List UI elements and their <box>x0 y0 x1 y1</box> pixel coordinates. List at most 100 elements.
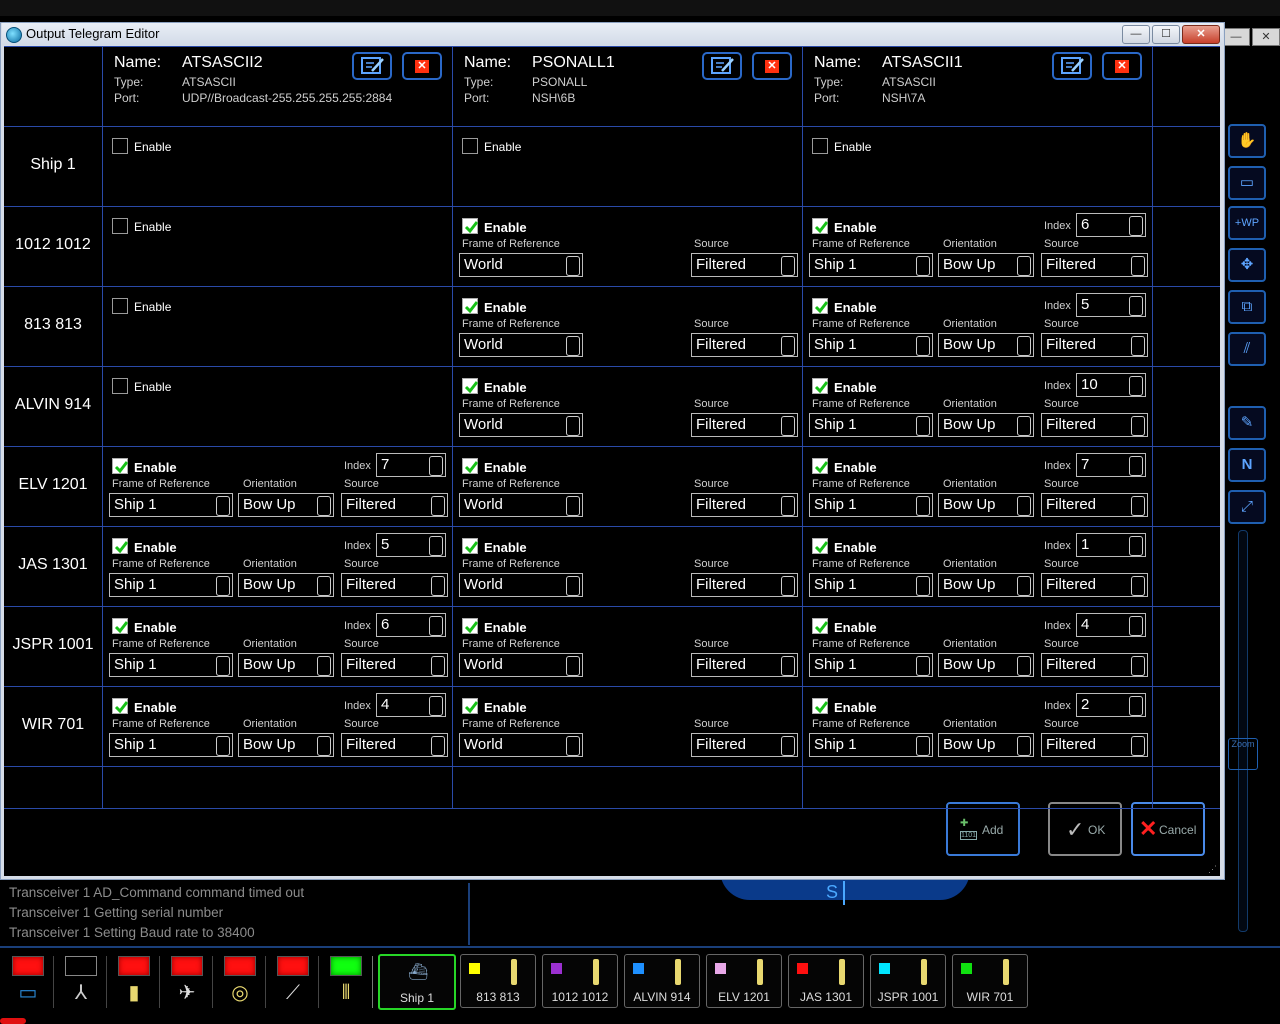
ok-button[interactable]: ✓ OK <box>1048 802 1122 856</box>
edit-telegram-button[interactable] <box>702 52 742 80</box>
delete-telegram-button[interactable]: ✕ <box>402 52 442 80</box>
target-button[interactable]: ALVIN 914 <box>624 954 700 1008</box>
ruler-tool-button[interactable]: ▭ <box>1228 166 1266 200</box>
resize-grip-icon[interactable]: ⋰ <box>1208 864 1217 874</box>
source-dropdown[interactable]: Filtered <box>341 573 448 597</box>
source-dropdown[interactable]: Filtered <box>691 413 798 437</box>
index-spinner[interactable]: 6 <box>376 613 446 637</box>
enable-checkbox[interactable] <box>462 698 479 714</box>
source-dropdown[interactable]: Filtered <box>1041 333 1148 357</box>
enable-checkbox[interactable] <box>812 138 828 154</box>
enable-checkbox[interactable] <box>462 458 479 474</box>
frame-of-reference-dropdown[interactable]: World <box>459 573 583 597</box>
index-spinner[interactable]: 2 <box>1076 693 1146 717</box>
target-button[interactable]: JAS 1301 <box>788 954 864 1008</box>
enable-checkbox[interactable] <box>462 538 479 554</box>
orientation-dropdown[interactable]: Bow Up <box>938 413 1034 437</box>
orientation-dropdown[interactable]: Bow Up <box>938 653 1034 677</box>
target-button[interactable]: 813 813 <box>460 954 536 1008</box>
enable-checkbox[interactable] <box>112 298 128 314</box>
add-waypoint-button[interactable]: +WP <box>1228 206 1266 240</box>
dialog-maximize-button[interactable]: ☐ <box>1152 25 1180 44</box>
source-dropdown[interactable]: Filtered <box>1041 493 1148 517</box>
main-minimize-button[interactable]: — <box>1222 28 1250 46</box>
frame-of-reference-dropdown[interactable]: Ship 1 <box>109 493 233 517</box>
dialog-title-bar[interactable]: Output Telegram Editor — ☐ ✕ <box>2 23 1223 45</box>
source-dropdown[interactable]: Filtered <box>1041 573 1148 597</box>
frame-of-reference-dropdown[interactable]: Ship 1 <box>809 493 933 517</box>
frame-of-reference-dropdown[interactable]: World <box>459 493 583 517</box>
source-dropdown[interactable]: Filtered <box>691 253 798 277</box>
orientation-dropdown[interactable]: Bow Up <box>238 653 334 677</box>
measure-tool-button[interactable]: ⫽ <box>1228 332 1266 366</box>
index-spinner[interactable]: 1 <box>1076 533 1146 557</box>
device-status-motion-sensor[interactable]: ⟋ <box>269 952 317 1012</box>
cancel-button[interactable]: ✕ Cancel <box>1131 802 1205 856</box>
dialog-close-button[interactable]: ✕ <box>1182 25 1220 44</box>
enable-checkbox[interactable] <box>462 618 479 634</box>
edit-telegram-button[interactable] <box>352 52 392 80</box>
device-status-sensor-tripod[interactable]: ⅄ <box>57 952 105 1012</box>
index-spinner[interactable]: 7 <box>1076 453 1146 477</box>
enable-checkbox[interactable] <box>112 458 129 474</box>
enable-checkbox[interactable] <box>112 698 129 714</box>
frame-of-reference-dropdown[interactable]: World <box>459 413 583 437</box>
enable-checkbox[interactable] <box>112 138 128 154</box>
source-dropdown[interactable]: Filtered <box>341 653 448 677</box>
enable-checkbox[interactable] <box>462 218 479 234</box>
index-spinner[interactable]: 6 <box>1076 213 1146 237</box>
frame-of-reference-dropdown[interactable]: Ship 1 <box>809 653 933 677</box>
enable-checkbox[interactable] <box>112 618 129 634</box>
source-dropdown[interactable]: Filtered <box>1041 253 1148 277</box>
target-button[interactable]: 1012 1012 <box>542 954 618 1008</box>
source-dropdown[interactable]: Filtered <box>1041 413 1148 437</box>
device-status-transceiver[interactable]: ▭ <box>4 952 52 1012</box>
delete-telegram-button[interactable]: ✕ <box>1102 52 1142 80</box>
enable-checkbox[interactable] <box>112 218 128 234</box>
dialog-minimize-button[interactable]: — <box>1122 25 1150 44</box>
delete-telegram-button[interactable]: ✕ <box>752 52 792 80</box>
target-button[interactable]: JSPR 1001 <box>870 954 946 1008</box>
frame-of-reference-dropdown[interactable]: Ship 1 <box>809 253 933 277</box>
pan-tool-button[interactable]: ✥ <box>1228 248 1266 282</box>
frame-of-reference-dropdown[interactable]: Ship 1 <box>109 733 233 757</box>
enable-checkbox[interactable] <box>812 618 829 634</box>
device-status-compass[interactable]: ◎ <box>216 952 264 1012</box>
frame-of-reference-dropdown[interactable]: Ship 1 <box>809 733 933 757</box>
enable-checkbox[interactable] <box>462 138 478 154</box>
enable-checkbox[interactable] <box>112 378 128 394</box>
enable-checkbox[interactable] <box>462 378 479 394</box>
index-spinner[interactable]: 7 <box>376 453 446 477</box>
orientation-dropdown[interactable]: Bow Up <box>938 573 1034 597</box>
device-status-battery[interactable]: ▮ <box>110 952 158 1012</box>
add-target-button[interactable]: ⧉ <box>1228 290 1266 324</box>
index-spinner[interactable]: 5 <box>376 533 446 557</box>
enable-checkbox[interactable] <box>112 538 129 554</box>
frame-of-reference-dropdown[interactable]: World <box>459 253 583 277</box>
target-button[interactable]: ELV 1201 <box>706 954 782 1008</box>
target-button[interactable]: WIR 701 <box>952 954 1028 1008</box>
enable-checkbox[interactable] <box>812 298 829 314</box>
frame-of-reference-dropdown[interactable]: Ship 1 <box>109 573 233 597</box>
orientation-dropdown[interactable]: Bow Up <box>938 253 1034 277</box>
zoom-slider-track[interactable] <box>1238 530 1248 932</box>
source-dropdown[interactable]: Filtered <box>1041 733 1148 757</box>
orientation-dropdown[interactable]: Bow Up <box>938 733 1034 757</box>
enable-checkbox[interactable] <box>812 538 829 554</box>
source-dropdown[interactable]: Filtered <box>691 573 798 597</box>
zoom-slider-handle[interactable]: Zoom <box>1228 738 1258 770</box>
index-spinner[interactable]: 4 <box>376 693 446 717</box>
enable-checkbox[interactable] <box>812 698 829 714</box>
enable-checkbox[interactable] <box>812 218 829 234</box>
device-status-transponders[interactable]: ⦀ <box>322 952 370 1012</box>
fit-view-button[interactable]: ⤢ <box>1228 490 1266 524</box>
hand-tool-button[interactable]: ✋ <box>1228 124 1266 158</box>
source-dropdown[interactable]: Filtered <box>341 493 448 517</box>
source-dropdown[interactable]: Filtered <box>691 733 798 757</box>
index-spinner[interactable]: 5 <box>1076 293 1146 317</box>
frame-of-reference-dropdown[interactable]: Ship 1 <box>809 413 933 437</box>
source-dropdown[interactable]: Filtered <box>691 333 798 357</box>
edit-telegram-button[interactable] <box>1052 52 1092 80</box>
index-spinner[interactable]: 4 <box>1076 613 1146 637</box>
source-dropdown[interactable]: Filtered <box>691 653 798 677</box>
